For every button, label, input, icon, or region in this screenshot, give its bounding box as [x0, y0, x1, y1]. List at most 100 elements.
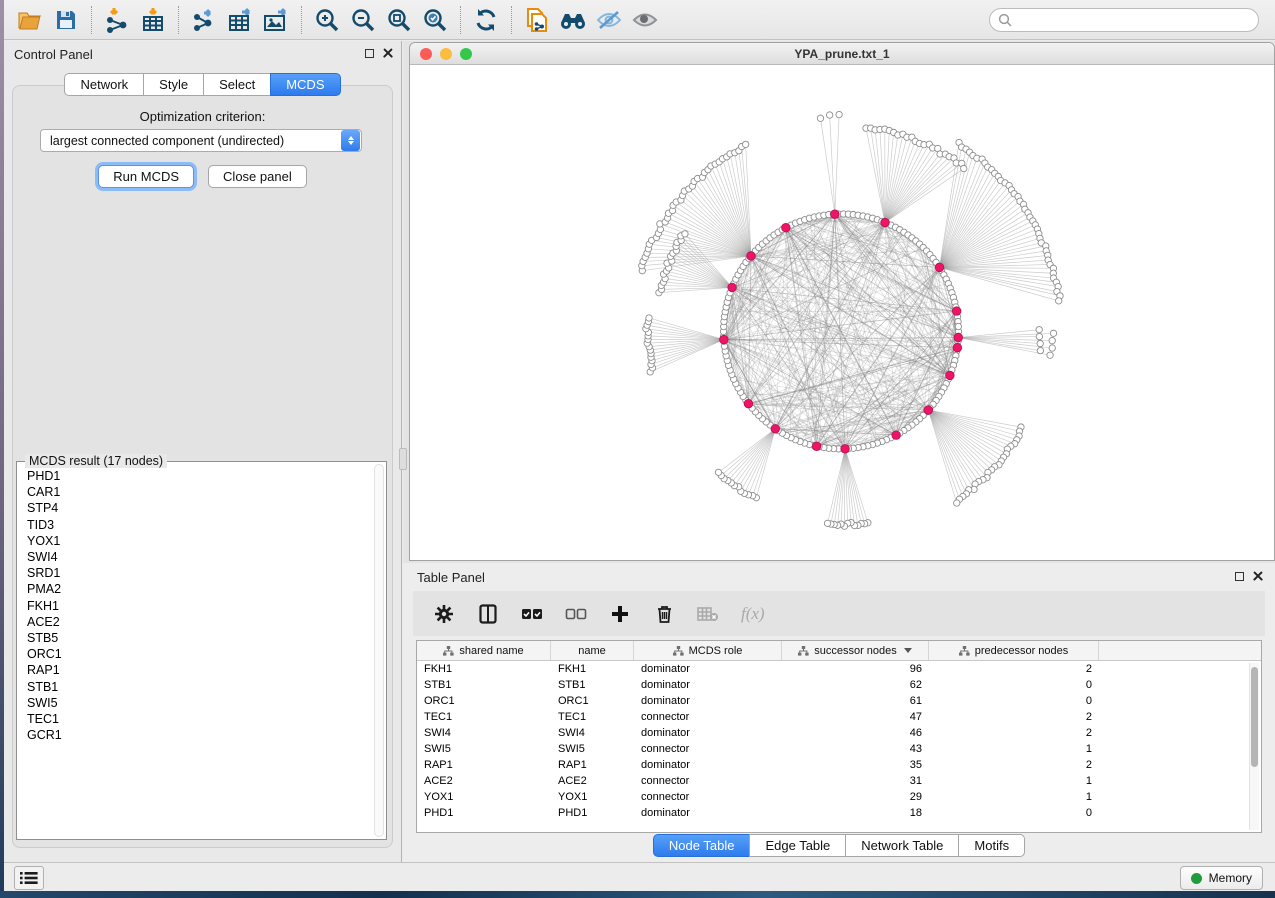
float-panel-icon[interactable]: [365, 49, 374, 58]
memory-button[interactable]: Memory: [1180, 866, 1263, 890]
toolbar-separator: [91, 6, 92, 34]
table-cell: dominator: [634, 759, 782, 771]
desktop-background: Control Panel NetworkStyleSelectMCDS Opt…: [0, 0, 1275, 898]
search-box[interactable]: [989, 8, 1259, 32]
show-columns-icon[interactable]: [477, 603, 499, 625]
share-document-icon[interactable]: [519, 4, 555, 36]
table-cell: ACE2: [417, 775, 551, 787]
export-table-icon[interactable]: [222, 4, 258, 36]
run-mcds-button[interactable]: Run MCDS: [98, 165, 194, 188]
table-row[interactable]: SWI5SWI5connector431: [417, 741, 1261, 757]
mcds-result-list[interactable]: PHD1CAR1STP4TID3YOX1SWI4SRD1PMA2FKH1ACE2…: [23, 466, 372, 837]
mcds-node-item[interactable]: SWI4: [27, 549, 372, 565]
mcds-node-item[interactable]: TID3: [27, 517, 372, 533]
node-table: shared namenameMCDS rolesuccessor nodesp…: [416, 640, 1262, 833]
table-row[interactable]: ACE2ACE2connector311: [417, 773, 1261, 789]
table-row[interactable]: ORC1ORC1dominator610: [417, 693, 1261, 709]
table-panel-title: Table Panel: [417, 570, 485, 585]
search-network-icon[interactable]: [555, 4, 591, 36]
table-row[interactable]: PHD1PHD1dominator180: [417, 805, 1261, 821]
column-header-shared-name[interactable]: shared name: [417, 641, 551, 660]
table-row[interactable]: FKH1FKH1dominator962: [417, 661, 1261, 677]
refresh-icon[interactable]: [468, 4, 504, 36]
table-cell: FKH1: [417, 663, 551, 675]
table-cell: 2: [929, 759, 1099, 771]
mcds-node-item[interactable]: CAR1: [27, 484, 372, 500]
task-history-button[interactable]: [14, 866, 44, 890]
optimization-value: largest connected component (undirected): [41, 134, 341, 148]
export-network-icon[interactable]: [186, 4, 222, 36]
mcds-node-item[interactable]: PMA2: [27, 581, 372, 597]
deselect-all-rows-icon[interactable]: [565, 603, 587, 625]
network-canvas[interactable]: [410, 65, 1274, 560]
close-panel-icon[interactable]: [383, 48, 393, 58]
tab-network-table[interactable]: Network Table: [845, 834, 959, 857]
column-header-filler: [1099, 641, 1261, 660]
tab-edge-table[interactable]: Edge Table: [749, 834, 846, 857]
mcds-node-item[interactable]: GCR1: [27, 727, 372, 743]
table-cell: 46: [782, 727, 929, 739]
table-row[interactable]: SWI4SWI4dominator462: [417, 725, 1261, 741]
split-handle[interactable]: [399, 448, 407, 470]
tab-node-table[interactable]: Node Table: [653, 834, 751, 857]
table-row[interactable]: RAP1RAP1dominator352: [417, 757, 1261, 773]
zoom-in-icon[interactable]: [309, 4, 345, 36]
float-table-panel-icon[interactable]: [1235, 572, 1244, 581]
mcds-node-item[interactable]: STB5: [27, 630, 372, 646]
table-cell: RAP1: [417, 759, 551, 771]
mcds-node-item[interactable]: SWI5: [27, 695, 372, 711]
mcds-list-scrollbar[interactable]: [374, 464, 384, 837]
mcds-node-item[interactable]: ACE2: [27, 614, 372, 630]
optimization-label: Optimization criterion:: [4, 109, 401, 124]
tab-mcds[interactable]: MCDS: [270, 73, 340, 96]
network-window-titlebar[interactable]: YPA_prune.txt_1: [410, 43, 1274, 65]
toolbar-separator: [460, 6, 461, 34]
table-cell: connector: [634, 791, 782, 803]
table-row[interactable]: TEC1TEC1connector472: [417, 709, 1261, 725]
add-column-icon[interactable]: [609, 603, 631, 625]
table-scrollbar-thumb[interactable]: [1251, 667, 1258, 767]
tab-select[interactable]: Select: [203, 73, 271, 96]
column-header-successor-nodes[interactable]: successor nodes: [782, 641, 929, 660]
zoom-selected-icon[interactable]: [417, 4, 453, 36]
table-scrollbar[interactable]: [1249, 663, 1259, 830]
column-header-name[interactable]: name: [551, 641, 634, 660]
search-input[interactable]: [1018, 13, 1250, 27]
close-table-panel-icon[interactable]: [1253, 571, 1263, 581]
hide-selected-eye-icon[interactable]: [591, 4, 627, 36]
mcds-node-item[interactable]: SRD1: [27, 565, 372, 581]
import-table-icon[interactable]: [135, 4, 171, 36]
mcds-node-item[interactable]: FKH1: [27, 598, 372, 614]
table-cell: PHD1: [417, 807, 551, 819]
show-all-eye-icon[interactable]: [627, 4, 663, 36]
table-row[interactable]: YOX1YOX1connector291: [417, 789, 1261, 805]
table-row[interactable]: STB1STB1dominator620: [417, 677, 1261, 693]
mcds-node-item[interactable]: RAP1: [27, 662, 372, 678]
mcds-node-item[interactable]: STP4: [27, 500, 372, 516]
mcds-node-item[interactable]: PHD1: [27, 468, 372, 484]
table-cell: dominator: [634, 807, 782, 819]
import-network-icon[interactable]: [99, 4, 135, 36]
mcds-node-item[interactable]: ORC1: [27, 646, 372, 662]
zoom-fit-icon[interactable]: [381, 4, 417, 36]
app-window: Control Panel NetworkStyleSelectMCDS Opt…: [4, 0, 1275, 892]
tab-network[interactable]: Network: [64, 73, 144, 96]
select-all-rows-icon[interactable]: [521, 603, 543, 625]
column-header-MCDS-role[interactable]: MCDS role: [634, 641, 782, 660]
save-icon[interactable]: [48, 4, 84, 36]
optimization-dropdown[interactable]: largest connected component (undirected): [40, 129, 362, 152]
mcds-node-item[interactable]: YOX1: [27, 533, 372, 549]
tab-motifs[interactable]: Motifs: [958, 834, 1025, 857]
tab-style[interactable]: Style: [143, 73, 204, 96]
mcds-node-item[interactable]: STB1: [27, 679, 372, 695]
export-image-icon[interactable]: [258, 4, 294, 36]
table-settings-gear-icon[interactable]: [433, 603, 455, 625]
mcds-node-item[interactable]: TEC1: [27, 711, 372, 727]
delete-column-trash-icon[interactable]: [653, 603, 675, 625]
zoom-out-icon[interactable]: [345, 4, 381, 36]
table-toolbar: f(x): [413, 591, 1265, 636]
open-folder-icon[interactable]: [12, 4, 48, 36]
column-header-predecessor-nodes[interactable]: predecessor nodes: [929, 641, 1099, 660]
close-panel-button[interactable]: Close panel: [208, 165, 307, 188]
table-cell: SWI4: [417, 727, 551, 739]
